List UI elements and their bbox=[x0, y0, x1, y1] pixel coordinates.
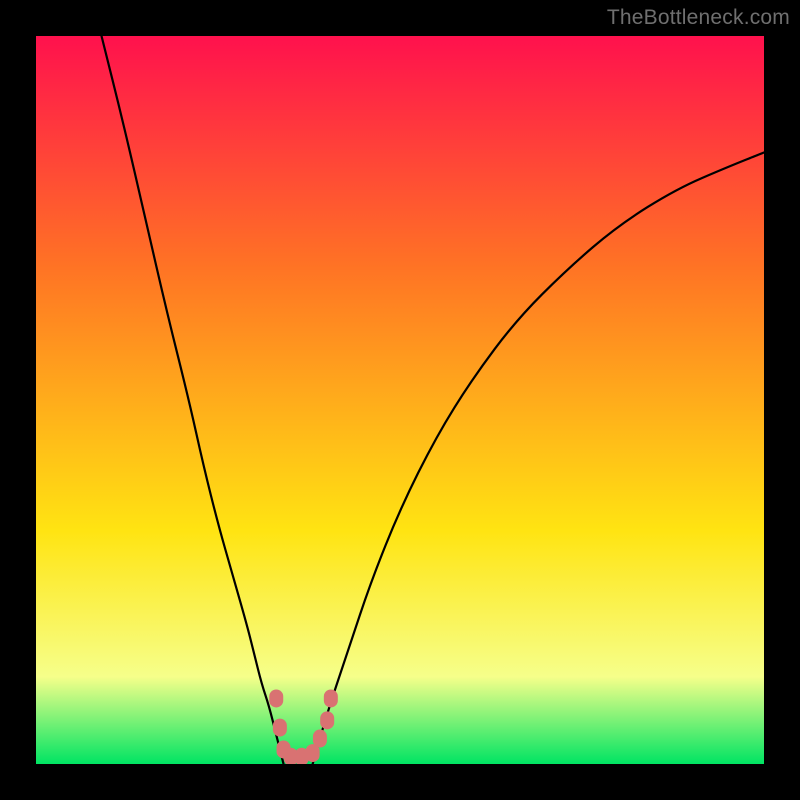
chart-svg bbox=[36, 36, 764, 764]
marker-7 bbox=[320, 711, 334, 729]
chart-frame: TheBottleneck.com bbox=[0, 0, 800, 800]
watermark-text: TheBottleneck.com bbox=[607, 6, 790, 30]
marker-1 bbox=[273, 719, 287, 737]
marker-6 bbox=[313, 730, 327, 748]
plot-area bbox=[36, 36, 764, 764]
marker-0 bbox=[269, 689, 283, 707]
marker-8 bbox=[324, 689, 338, 707]
